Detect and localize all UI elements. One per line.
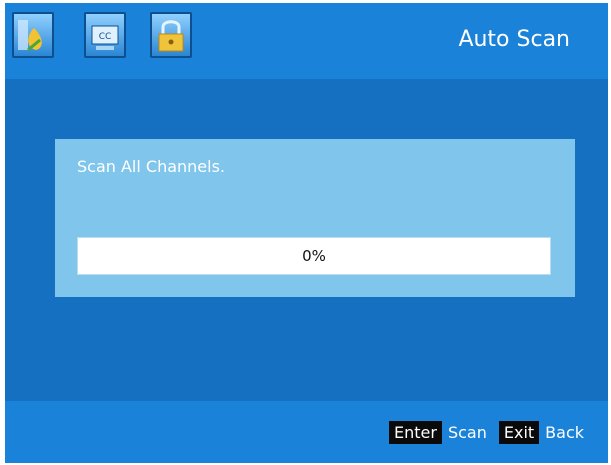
- menu-footer: Enter Scan Exit Back: [5, 401, 608, 463]
- scan-progress-bar: 0%: [77, 237, 551, 275]
- scan-panel: Scan All Channels. 0%: [55, 139, 575, 297]
- exit-key-badge[interactable]: Exit: [498, 421, 540, 444]
- picture-icon[interactable]: [12, 12, 54, 58]
- cc-icon[interactable]: CC: [84, 12, 126, 58]
- enter-key-badge[interactable]: Enter: [389, 421, 442, 444]
- scan-progress-text: 0%: [302, 247, 326, 265]
- tv-menu-screen: CC Auto Scan Scan All Channels. 0% Enter…: [5, 3, 608, 463]
- cc-icon-label: CC: [99, 32, 112, 42]
- key-help: Enter Scan Exit Back: [389, 421, 584, 444]
- scan-message: Scan All Channels.: [77, 157, 226, 176]
- lock-icon[interactable]: [150, 12, 192, 58]
- exit-key-action: Back: [545, 423, 584, 442]
- enter-key-action: Scan: [447, 423, 487, 442]
- page-title: Auto Scan: [458, 27, 570, 52]
- menu-header: CC Auto Scan: [5, 3, 608, 79]
